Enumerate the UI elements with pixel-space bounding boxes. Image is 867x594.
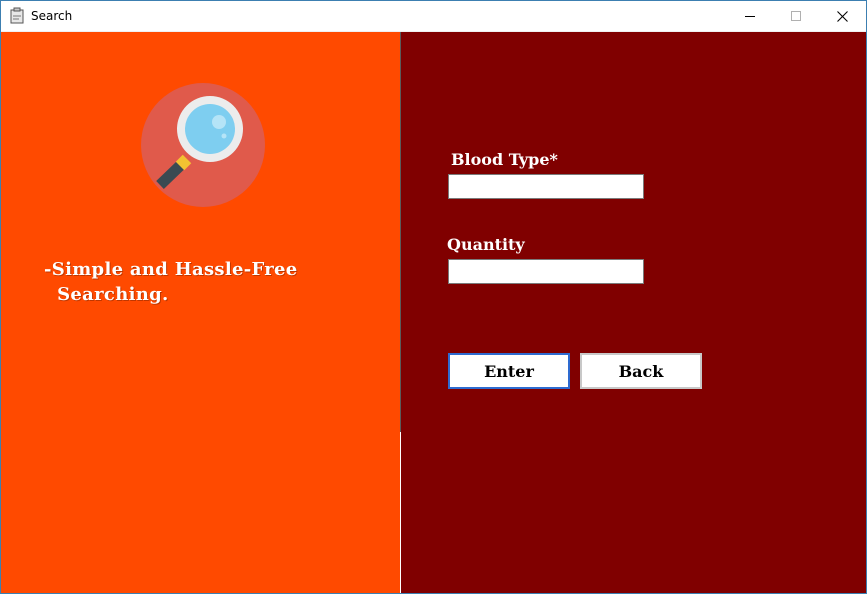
quantity-input[interactable] <box>448 259 644 284</box>
title-bar[interactable]: Search <box>1 1 866 32</box>
blood-type-label: Blood Type* <box>451 150 558 169</box>
quantity-label: Quantity <box>447 235 525 254</box>
minimize-icon <box>745 16 755 17</box>
enter-button[interactable]: Enter <box>448 353 570 389</box>
form-panel <box>401 32 866 593</box>
app-icon <box>10 7 24 24</box>
minimize-button[interactable] <box>727 1 773 31</box>
search-window: Search -Simple and Hassle-Free Searching… <box>0 0 867 594</box>
magnifying-glass-icon <box>141 83 265 207</box>
maximize-icon <box>791 11 801 21</box>
tagline-text: -Simple and Hassle-Free Searching. <box>44 259 298 305</box>
back-button[interactable]: Back <box>580 353 702 389</box>
window-title: Search <box>31 9 73 23</box>
close-icon <box>836 10 848 22</box>
maximize-button[interactable] <box>773 1 819 31</box>
blood-type-input[interactable] <box>448 174 644 199</box>
left-panel: -Simple and Hassle-Free Searching. <box>1 32 400 593</box>
close-button[interactable] <box>819 1 865 31</box>
